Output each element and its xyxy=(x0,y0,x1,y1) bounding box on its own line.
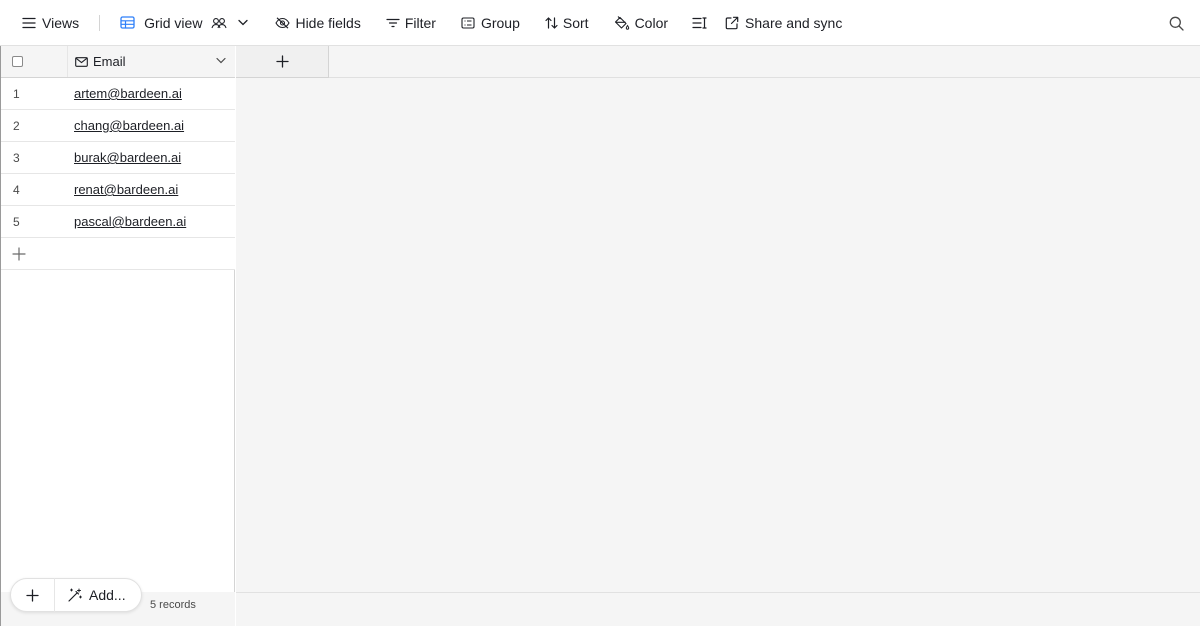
grid-view-button[interactable]: Grid view xyxy=(120,9,249,37)
filter-icon xyxy=(386,18,400,27)
toolbar-divider xyxy=(99,14,101,31)
row-number: 5 xyxy=(13,215,20,229)
email-cell[interactable]: renat@bardeen.ai xyxy=(74,182,178,197)
view-toolbar: Views Grid view Hide fields Filter Group… xyxy=(0,0,1200,46)
select-all-checkbox[interactable] xyxy=(12,56,23,67)
plus-icon xyxy=(275,55,289,68)
add-actions-pill: Add... xyxy=(10,578,142,612)
grid-view-label: Grid view xyxy=(144,14,203,31)
email-cell[interactable]: pascal@bardeen.ai xyxy=(74,214,186,229)
plus-icon xyxy=(12,247,26,261)
hide-fields-label: Hide fields xyxy=(295,14,361,31)
email-cell[interactable]: artem@bardeen.ai xyxy=(74,86,182,101)
row-number: 2 xyxy=(13,119,20,133)
table-row[interactable]: 3 burak@bardeen.ai xyxy=(1,142,235,174)
sort-button[interactable]: Sort xyxy=(545,9,589,37)
menu-icon xyxy=(22,17,36,28)
color-button[interactable]: Color xyxy=(614,9,668,37)
grid-icon xyxy=(120,16,135,29)
table-row[interactable]: 2 chang@bardeen.ai xyxy=(1,110,235,142)
row-number: 4 xyxy=(13,183,20,197)
share-sync-label: Share and sync xyxy=(745,14,843,31)
add-label: Add... xyxy=(89,587,126,603)
row-number: 3 xyxy=(13,151,20,165)
filter-button[interactable]: Filter xyxy=(386,9,436,37)
record-count: 5 records xyxy=(150,599,196,611)
eye-off-icon xyxy=(275,16,291,29)
sort-icon xyxy=(545,16,558,29)
search-icon xyxy=(1169,16,1184,31)
external-link-icon xyxy=(725,16,739,29)
plus-icon xyxy=(26,588,39,602)
grid-right-pane xyxy=(236,46,1200,626)
table-row[interactable]: 4 renat@bardeen.ai xyxy=(1,174,235,206)
add-record-row[interactable] xyxy=(1,238,235,270)
grid-left-pane: Email 1 artem@bardeen.ai 2 chang@bardeen… xyxy=(1,46,235,626)
chevron-down-icon[interactable] xyxy=(238,19,249,26)
hide-fields-button[interactable]: Hide fields xyxy=(275,9,361,37)
add-field-button[interactable] xyxy=(236,46,329,78)
mail-icon xyxy=(75,56,88,67)
row-height-icon xyxy=(692,16,707,29)
group-button[interactable]: Group xyxy=(461,9,520,37)
footer-right xyxy=(236,592,1200,626)
color-label: Color xyxy=(634,14,669,31)
header-divider xyxy=(329,77,1200,78)
row-number: 1 xyxy=(13,87,20,101)
row-height-button[interactable] xyxy=(692,9,707,37)
views-label: Views xyxy=(42,14,80,31)
filter-label: Filter xyxy=(404,14,436,31)
email-field-header[interactable]: Email xyxy=(67,46,235,77)
add-with-ai-button[interactable]: Add... xyxy=(55,587,126,603)
people-icon xyxy=(211,17,227,28)
magic-wand-icon xyxy=(68,588,82,602)
add-record-button[interactable] xyxy=(11,578,55,612)
views-button[interactable]: Views xyxy=(22,9,79,37)
share-sync-button[interactable]: Share and sync xyxy=(725,9,842,37)
table-row[interactable]: 5 pascal@bardeen.ai xyxy=(1,206,235,238)
sort-label: Sort xyxy=(562,14,589,31)
field-header-row: Email xyxy=(1,46,235,78)
table-row[interactable]: 1 artem@bardeen.ai xyxy=(1,78,235,110)
email-cell[interactable]: chang@bardeen.ai xyxy=(74,118,184,133)
group-icon xyxy=(461,16,475,29)
chevron-down-icon[interactable] xyxy=(216,57,226,64)
paint-bucket-icon xyxy=(614,15,629,30)
email-field-label: Email xyxy=(93,54,126,69)
search-button[interactable] xyxy=(1169,9,1184,37)
group-label: Group xyxy=(480,14,520,31)
email-cell[interactable]: burak@bardeen.ai xyxy=(74,150,181,165)
